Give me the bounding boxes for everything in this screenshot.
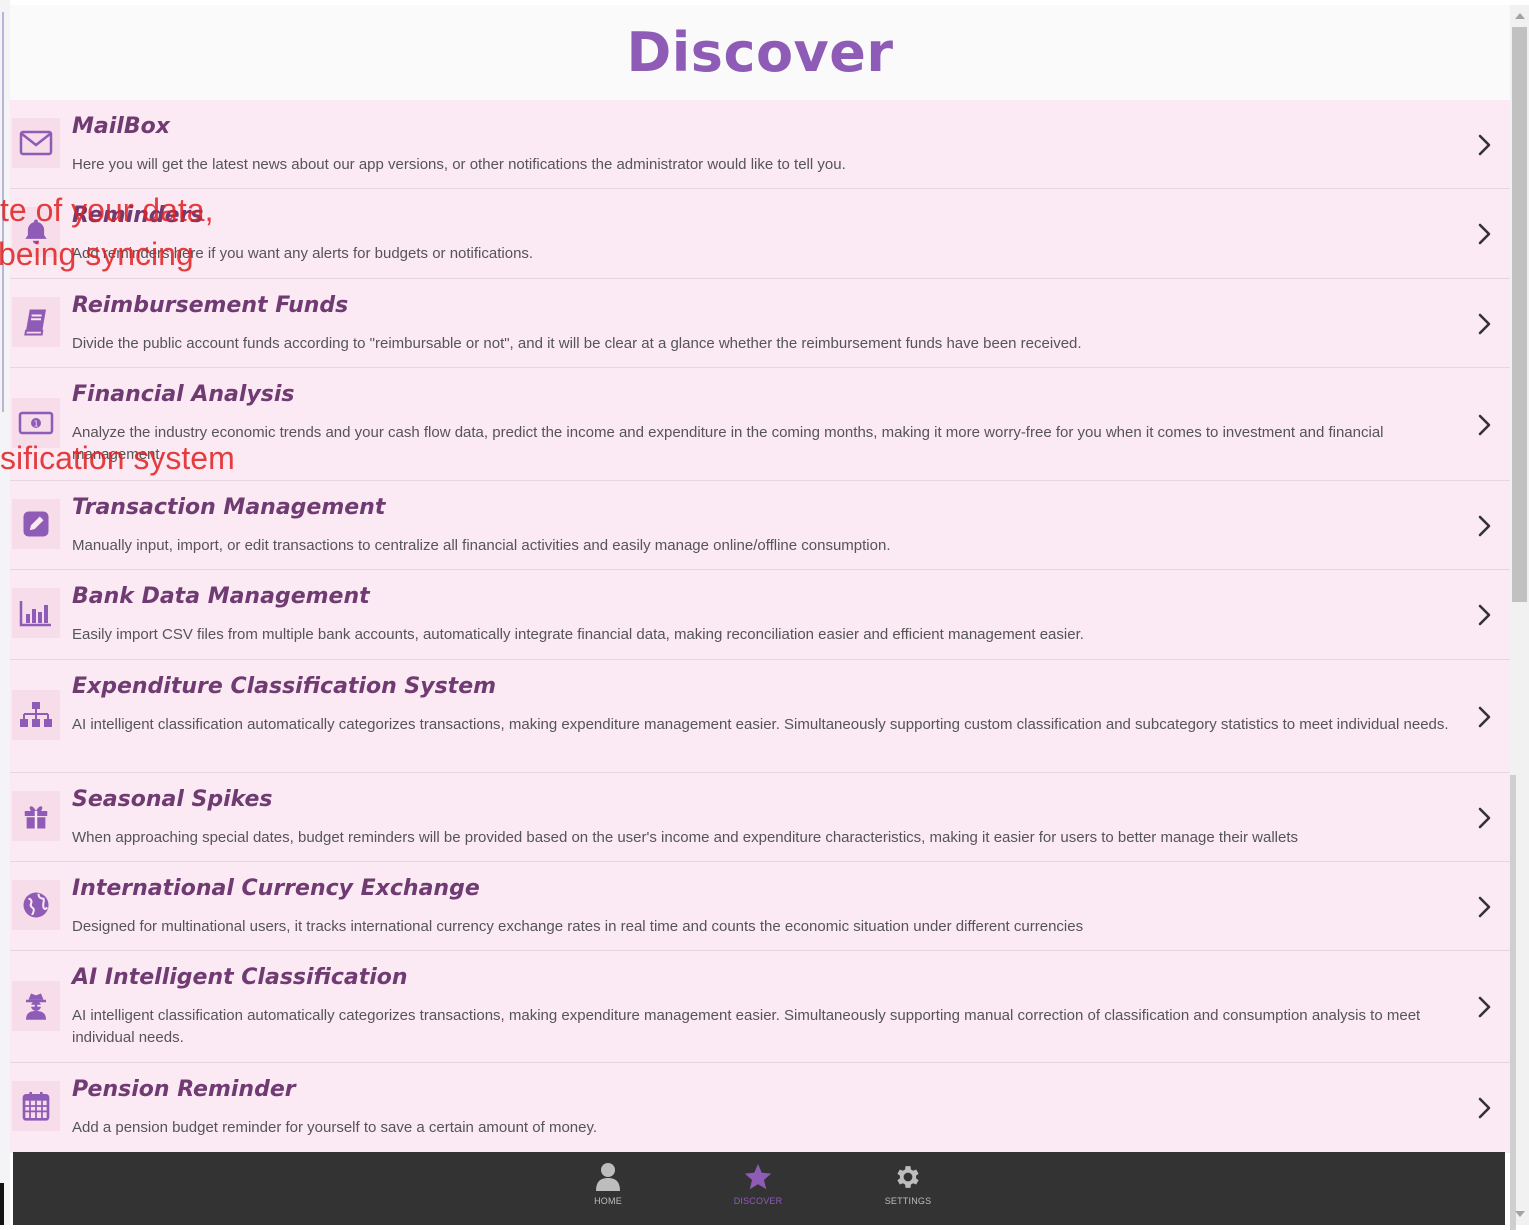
- list-item-description: Analyze the industry economic trends and…: [72, 424, 1384, 463]
- list-item-description: Add a pension budget reminder for yourse…: [72, 1119, 598, 1136]
- list-item-title: Expenditure Classification System: [72, 674, 497, 699]
- list-item-title: Bank Data Management: [72, 584, 370, 609]
- list-item-description: AI intelligent classification automatica…: [72, 1007, 1421, 1046]
- list-item-icon-box: [12, 690, 60, 740]
- list-item-icon-box: 1: [12, 398, 60, 448]
- list-item[interactable]: Pension Reminder Add a pension budget rem…: [10, 1063, 1510, 1153]
- tab-home[interactable]: HOME: [563, 1162, 653, 1206]
- chevron-right-icon[interactable]: [1472, 603, 1496, 627]
- list-item-icon-box: [12, 791, 60, 841]
- list-item[interactable]: Bank Data Management Easily import CSV fi…: [10, 570, 1510, 660]
- list-item[interactable]: Transaction Management Manually input, im…: [10, 481, 1510, 570]
- page-header: Discover: [10, 5, 1510, 100]
- svg-text:1: 1: [33, 420, 38, 429]
- list-item-description: Here you will get the latest news about …: [72, 156, 846, 173]
- list-item-description: Add reminders here if you want any alert…: [72, 245, 534, 262]
- chevron-right-icon[interactable]: [1472, 133, 1496, 157]
- scrollbar[interactable]: [1510, 5, 1529, 1230]
- list-item-title: Reimbursement Funds: [72, 293, 349, 318]
- list-item-icon-box: [12, 499, 60, 549]
- list-item-title: MailBox: [72, 114, 170, 139]
- left-edge-panel: [0, 0, 10, 1225]
- list-item-description: When approaching special dates, budget r…: [72, 829, 1299, 846]
- list-item-icon-box: [12, 880, 60, 930]
- list-item-icon-box: [12, 297, 60, 347]
- calendar-icon: [20, 1090, 52, 1122]
- gift-icon: [21, 801, 51, 831]
- scrollbar-thumb[interactable]: [1512, 27, 1527, 602]
- gear-icon: [897, 1166, 919, 1188]
- list-item[interactable]: 1 Financial Analysis Analyze the industry …: [10, 368, 1510, 481]
- list-item-title: International Currency Exchange: [72, 876, 480, 901]
- tab-discover-label: DISCOVER: [733, 1196, 783, 1206]
- list-item-icon-box: [12, 981, 60, 1031]
- list-item[interactable]: AI Intelligent Classification AI intellig…: [10, 951, 1510, 1063]
- list-item[interactable]: International Currency Exchange Designed …: [10, 862, 1510, 951]
- list-item-description: Divide the public account funds accordin…: [72, 335, 1082, 352]
- list-item-title: Seasonal Spikes: [72, 787, 273, 812]
- chevron-right-icon[interactable]: [1472, 413, 1496, 437]
- tab-settings[interactable]: SETTINGS: [863, 1162, 953, 1206]
- tab-home-label: HOME: [594, 1196, 622, 1206]
- left-edge-marker: [0, 1183, 4, 1225]
- user-secret-icon: [21, 991, 51, 1021]
- chevron-right-icon[interactable]: [1472, 705, 1496, 729]
- envelope-icon: [19, 129, 53, 157]
- page-title: Discover: [626, 21, 894, 84]
- list-item-icon-box: [12, 118, 60, 168]
- bell-icon: [21, 217, 51, 247]
- list-item-icon-box: [12, 1081, 60, 1131]
- scroll-up-arrow[interactable]: [1515, 13, 1525, 19]
- list-item-title: Financial Analysis: [72, 382, 295, 407]
- list-item-description: AI intelligent classification automatica…: [72, 716, 1449, 733]
- chevron-right-icon[interactable]: [1472, 1096, 1496, 1120]
- list-item-description: Easily import CSV files from multiple ba…: [72, 626, 1084, 643]
- money-bill-icon: 1: [18, 410, 54, 436]
- bar-chart-icon: [18, 598, 54, 628]
- list-item[interactable]: Reimbursement Funds Divide the public acc…: [10, 279, 1510, 368]
- list-item[interactable]: Expenditure Classification System AI inte…: [10, 660, 1510, 773]
- bottom-tab-bar: HOME DISCOVER SETTINGS: [13, 1152, 1505, 1225]
- chevron-right-icon[interactable]: [1472, 312, 1496, 336]
- list-item-title: Reminders: [72, 203, 204, 228]
- list-item-title: Transaction Management: [72, 495, 386, 520]
- star-icon: [744, 1163, 772, 1190]
- chevron-right-icon[interactable]: [1472, 222, 1496, 246]
- app-window: Discover MailBox Here you will get the la…: [0, 0, 1529, 1230]
- chevron-right-icon[interactable]: [1472, 514, 1496, 538]
- list-item[interactable]: Seasonal Spikes When approaching special …: [10, 773, 1510, 862]
- list-item-description: Designed for multinational users, it tra…: [72, 918, 1084, 935]
- user-icon: [596, 1163, 620, 1191]
- globe-icon: [21, 890, 51, 920]
- list-item[interactable]: Reminders Add reminders here if you want …: [10, 189, 1510, 279]
- list-item[interactable]: MailBox Here you will get the latest news…: [10, 100, 1510, 189]
- list-item-icon-box: [12, 588, 60, 638]
- chevron-right-icon[interactable]: [1472, 995, 1496, 1019]
- sitemap-icon: [19, 700, 53, 730]
- edit-icon: [21, 509, 51, 539]
- scroll-down-arrow[interactable]: [1515, 1211, 1525, 1217]
- book-icon: [21, 307, 51, 337]
- tab-discover[interactable]: DISCOVER: [713, 1162, 803, 1206]
- list-item-icon-box: [12, 207, 60, 257]
- chevron-right-icon[interactable]: [1472, 895, 1496, 919]
- scrollbar-track: [1510, 775, 1516, 1230]
- list-item-description: Manually input, import, or edit transact…: [72, 537, 891, 554]
- list-item-title: AI Intelligent Classification: [72, 965, 408, 990]
- list-item-title: Pension Reminder: [72, 1077, 296, 1102]
- tab-settings-label: SETTINGS: [884, 1196, 932, 1206]
- chevron-right-icon[interactable]: [1472, 806, 1496, 830]
- discover-list: MailBox Here you will get the latest news…: [10, 100, 1510, 1153]
